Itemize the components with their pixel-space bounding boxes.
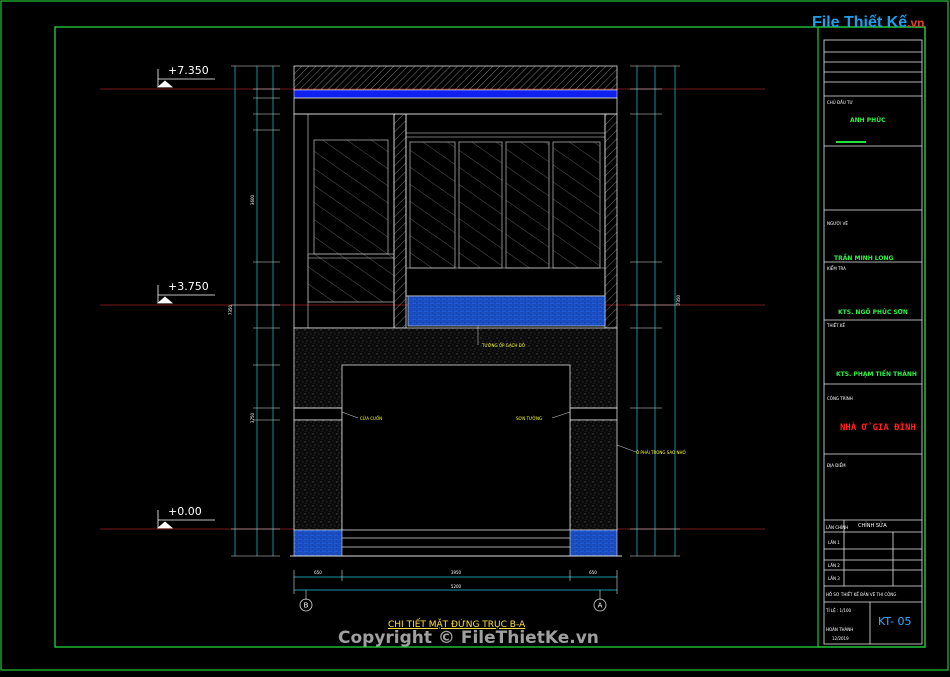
note-balcony: TƯỜNG ỐP GẠCH ĐỎ bbox=[482, 343, 525, 348]
elevation-label-top: +7.350 bbox=[168, 64, 209, 77]
sheet-number: KT- 05 bbox=[878, 615, 912, 628]
address-label: ĐỊA ĐIỂM bbox=[827, 463, 846, 468]
dim-bottom-right: 650 bbox=[589, 570, 597, 575]
dimensions-left bbox=[231, 65, 280, 557]
grid-axis-b: B bbox=[304, 602, 309, 610]
checker-label: KIỂM TRA bbox=[827, 266, 846, 271]
dimensions-right bbox=[630, 65, 680, 557]
revision-row-3: LẦN 3 bbox=[828, 576, 840, 581]
dim-bottom-left: 650 bbox=[314, 570, 322, 575]
chief-name: KTS. PHẠM TIẾN THÀNH bbox=[836, 371, 917, 378]
dim-left-floor1: 3750 bbox=[250, 412, 255, 423]
project-label: CÔNG TRÌNH bbox=[827, 396, 853, 401]
logo-suffix: .vn bbox=[907, 16, 925, 30]
note-door-left: CỬA CUỐN bbox=[360, 416, 383, 421]
revision-header-2: CHỈNH SỬA bbox=[858, 523, 887, 529]
note-side: Ô PHẢI TRONG SAO NHỎ bbox=[636, 450, 686, 455]
revision-row-2: LẦN 2 bbox=[828, 563, 840, 568]
scale: TỈ LỆ : 1/100 bbox=[826, 608, 852, 613]
owner-name: ANH PHÚC bbox=[850, 117, 886, 124]
roof-beam bbox=[293, 89, 618, 99]
designer-name: TRẦN MINH LONG bbox=[834, 255, 894, 262]
dim-left-floor2: 3600 bbox=[250, 194, 255, 205]
elevation-markers bbox=[156, 69, 215, 529]
chief-label: THIẾT KẾ bbox=[827, 323, 846, 328]
dim-bottom-mid: 3950 bbox=[451, 570, 462, 575]
designer-label: NGƯỜI VẼ bbox=[827, 221, 848, 226]
left-window-glass bbox=[313, 139, 389, 255]
owner-label: CHỦ ĐẦU TƯ bbox=[827, 100, 853, 105]
dim-right-total: 7350 bbox=[676, 294, 681, 305]
checker-name: KTS. NGÔ PHÚC SƠN bbox=[838, 309, 908, 316]
completed-label: HOÀN THÀNH bbox=[826, 627, 854, 632]
grid-axes bbox=[299, 598, 607, 612]
project-stage: HỒ SƠ THIẾT KẾ BẢN VẼ THI CÔNG bbox=[826, 592, 897, 597]
grid-axis-a: A bbox=[598, 602, 603, 610]
column-left bbox=[393, 113, 407, 329]
site-logo: File Thiết Kế.vn bbox=[812, 14, 924, 32]
facade bbox=[290, 65, 622, 557]
project-name: NHÀ Ở GIA ĐÌNH bbox=[840, 423, 916, 433]
pier-right bbox=[569, 419, 618, 531]
note-door-right: SƠN TƯỜNG bbox=[516, 416, 543, 421]
elevation-label-mid: +3.750 bbox=[168, 280, 209, 293]
copyright-watermark: Copyright © FileThietKe.vn bbox=[338, 628, 599, 648]
balcony-tile bbox=[407, 295, 606, 327]
ground-floor-opening bbox=[341, 364, 571, 531]
logo-text: File Thiết Kế bbox=[812, 14, 908, 31]
revision-header: LẦN CHỈNH bbox=[826, 525, 849, 530]
dim-bottom-total: 5200 bbox=[451, 584, 462, 589]
roof-parapet bbox=[293, 65, 618, 91]
cad-canvas: 650 3950 650 5200 7350 3600 3750 7350 B … bbox=[0, 0, 949, 671]
column-right bbox=[604, 113, 618, 329]
cad-drawing: 650 3950 650 5200 7350 3600 3750 7350 B … bbox=[0, 0, 950, 672]
pier-left bbox=[293, 419, 343, 531]
revision-row-1: LẦN 1 bbox=[828, 540, 840, 545]
elevation-label-ground: +0.00 bbox=[168, 505, 202, 518]
dim-left-total: 7350 bbox=[228, 304, 233, 315]
completed-date: 12/2019 bbox=[832, 636, 849, 641]
